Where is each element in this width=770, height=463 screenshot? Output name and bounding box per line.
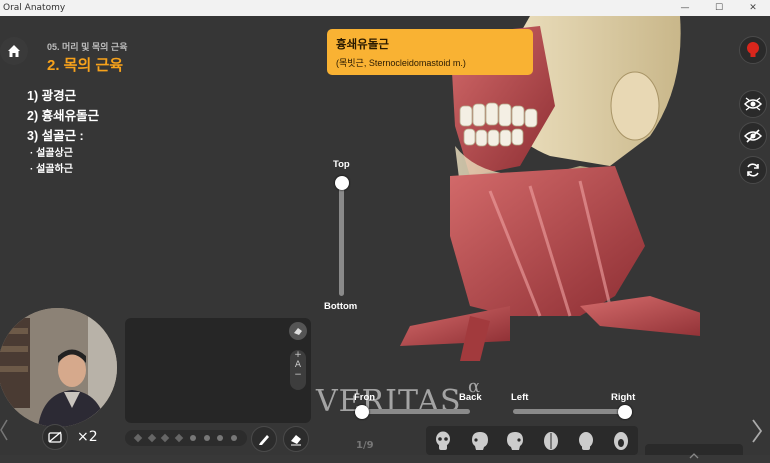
- right-label: Right: [611, 392, 636, 403]
- pen-size-option[interactable]: [231, 435, 238, 441]
- skull-front-icon[interactable]: [434, 431, 452, 451]
- pen-style-option[interactable]: [147, 433, 156, 443]
- skull-top-icon[interactable]: [542, 431, 560, 451]
- minimize-button[interactable]: —: [668, 0, 702, 16]
- zoom-in-button[interactable]: +: [290, 350, 306, 360]
- eraser-icon: [291, 435, 301, 446]
- pad-eraser-button[interactable]: [289, 322, 307, 340]
- close-button[interactable]: ✕: [736, 0, 770, 16]
- slider-bottom-label: Bottom: [324, 301, 358, 312]
- eye-off-icon: [744, 129, 762, 143]
- window-controls: — ☐ ✕: [668, 0, 770, 16]
- zoom-control: + A −: [290, 350, 306, 390]
- list-item: 1) 광경근: [27, 89, 77, 103]
- panel-toggle-tab[interactable]: [645, 444, 743, 459]
- front-back-slider-handle[interactable]: [355, 405, 369, 419]
- pen-icon: [259, 435, 269, 445]
- lightbulb-icon: [747, 42, 759, 57]
- eye-scan-icon: [744, 97, 762, 111]
- rotate-icon: [747, 163, 759, 177]
- chevron-up-icon: [689, 453, 699, 459]
- skull-right-icon[interactable]: [506, 431, 526, 451]
- left-label: Left: [511, 392, 529, 403]
- chapter-title: 2. 목의 근육: [47, 57, 124, 74]
- chevron-right-icon[interactable]: [752, 419, 762, 443]
- window-title: Oral Anatomy: [3, 3, 66, 13]
- list-item: 2) 흉쇄유돌근: [27, 109, 100, 123]
- slider-top-label: Top: [333, 159, 350, 170]
- pen-style-option[interactable]: [174, 433, 184, 443]
- tooltip-title: 흉쇄유돌근: [336, 39, 389, 51]
- page-indicator: 1/9: [356, 440, 374, 451]
- left-right-slider-handle[interactable]: [618, 405, 632, 419]
- home-icon: [8, 45, 20, 57]
- zoom-level: A: [294, 360, 302, 370]
- list-subitem: · 설골하근: [30, 164, 73, 175]
- speed-label[interactable]: ×2: [77, 429, 98, 445]
- reset-button[interactable]: [739, 156, 767, 184]
- eraser-icon: [294, 328, 302, 335]
- outline-list: 1) 광경근 2) 흉쇄유돌근 3) 설골근 : · 설골상근 · 설골하근: [27, 86, 99, 178]
- camera-off-icon: [48, 431, 62, 443]
- anatomy-viewer: 05. 머리 및 목의 근육 2. 목의 근육 1) 광경근 2) 흉쇄유돌근 …: [0, 16, 770, 459]
- muscle-tooltip: 흉쇄유돌근 (목빗근, Sternocleidomastoid m.): [327, 29, 533, 75]
- front-back-slider-track[interactable]: [360, 409, 470, 414]
- drawing-pad[interactable]: + A −: [125, 318, 311, 423]
- camera-toggle-button[interactable]: [42, 424, 68, 450]
- view-preset-bar: [426, 426, 638, 455]
- list-subitem: · 설골상근: [30, 148, 73, 159]
- xray-button[interactable]: [739, 90, 767, 118]
- pen-style-option[interactable]: [161, 433, 170, 443]
- pen-size-option[interactable]: [217, 435, 224, 441]
- skull-back-icon[interactable]: [577, 431, 595, 451]
- hint-button[interactable]: [739, 36, 767, 64]
- tooltip-subtitle: (목빗근, Sternocleidomastoid m.): [336, 58, 466, 68]
- pen-size-option[interactable]: [203, 435, 210, 441]
- hide-button[interactable]: [739, 122, 767, 150]
- section-subtitle: 05. 머리 및 목의 근육: [47, 42, 128, 52]
- maximize-button[interactable]: ☐: [702, 0, 736, 16]
- home-button[interactable]: [0, 37, 28, 65]
- vertical-slider-track[interactable]: [339, 184, 344, 296]
- front-label: Fron: [354, 392, 376, 403]
- list-item: 3) 설골근 :: [27, 129, 84, 143]
- pen-button[interactable]: [251, 426, 277, 452]
- chevron-left-icon[interactable]: [0, 419, 8, 441]
- pen-style-option[interactable]: [133, 433, 143, 443]
- back-label: Back: [459, 392, 482, 403]
- skull-bottom-icon[interactable]: [612, 431, 630, 451]
- window-titlebar: Oral Anatomy — ☐ ✕: [0, 0, 770, 16]
- vertical-slider-handle[interactable]: [335, 176, 349, 190]
- pen-toolbar: [125, 430, 247, 446]
- eraser-button[interactable]: [283, 426, 309, 452]
- left-right-slider-track[interactable]: [513, 409, 630, 414]
- skull-left-icon[interactable]: [469, 431, 489, 451]
- pen-size-option[interactable]: [189, 435, 196, 441]
- lecturer-video: [0, 308, 117, 427]
- zoom-out-button[interactable]: −: [290, 370, 306, 380]
